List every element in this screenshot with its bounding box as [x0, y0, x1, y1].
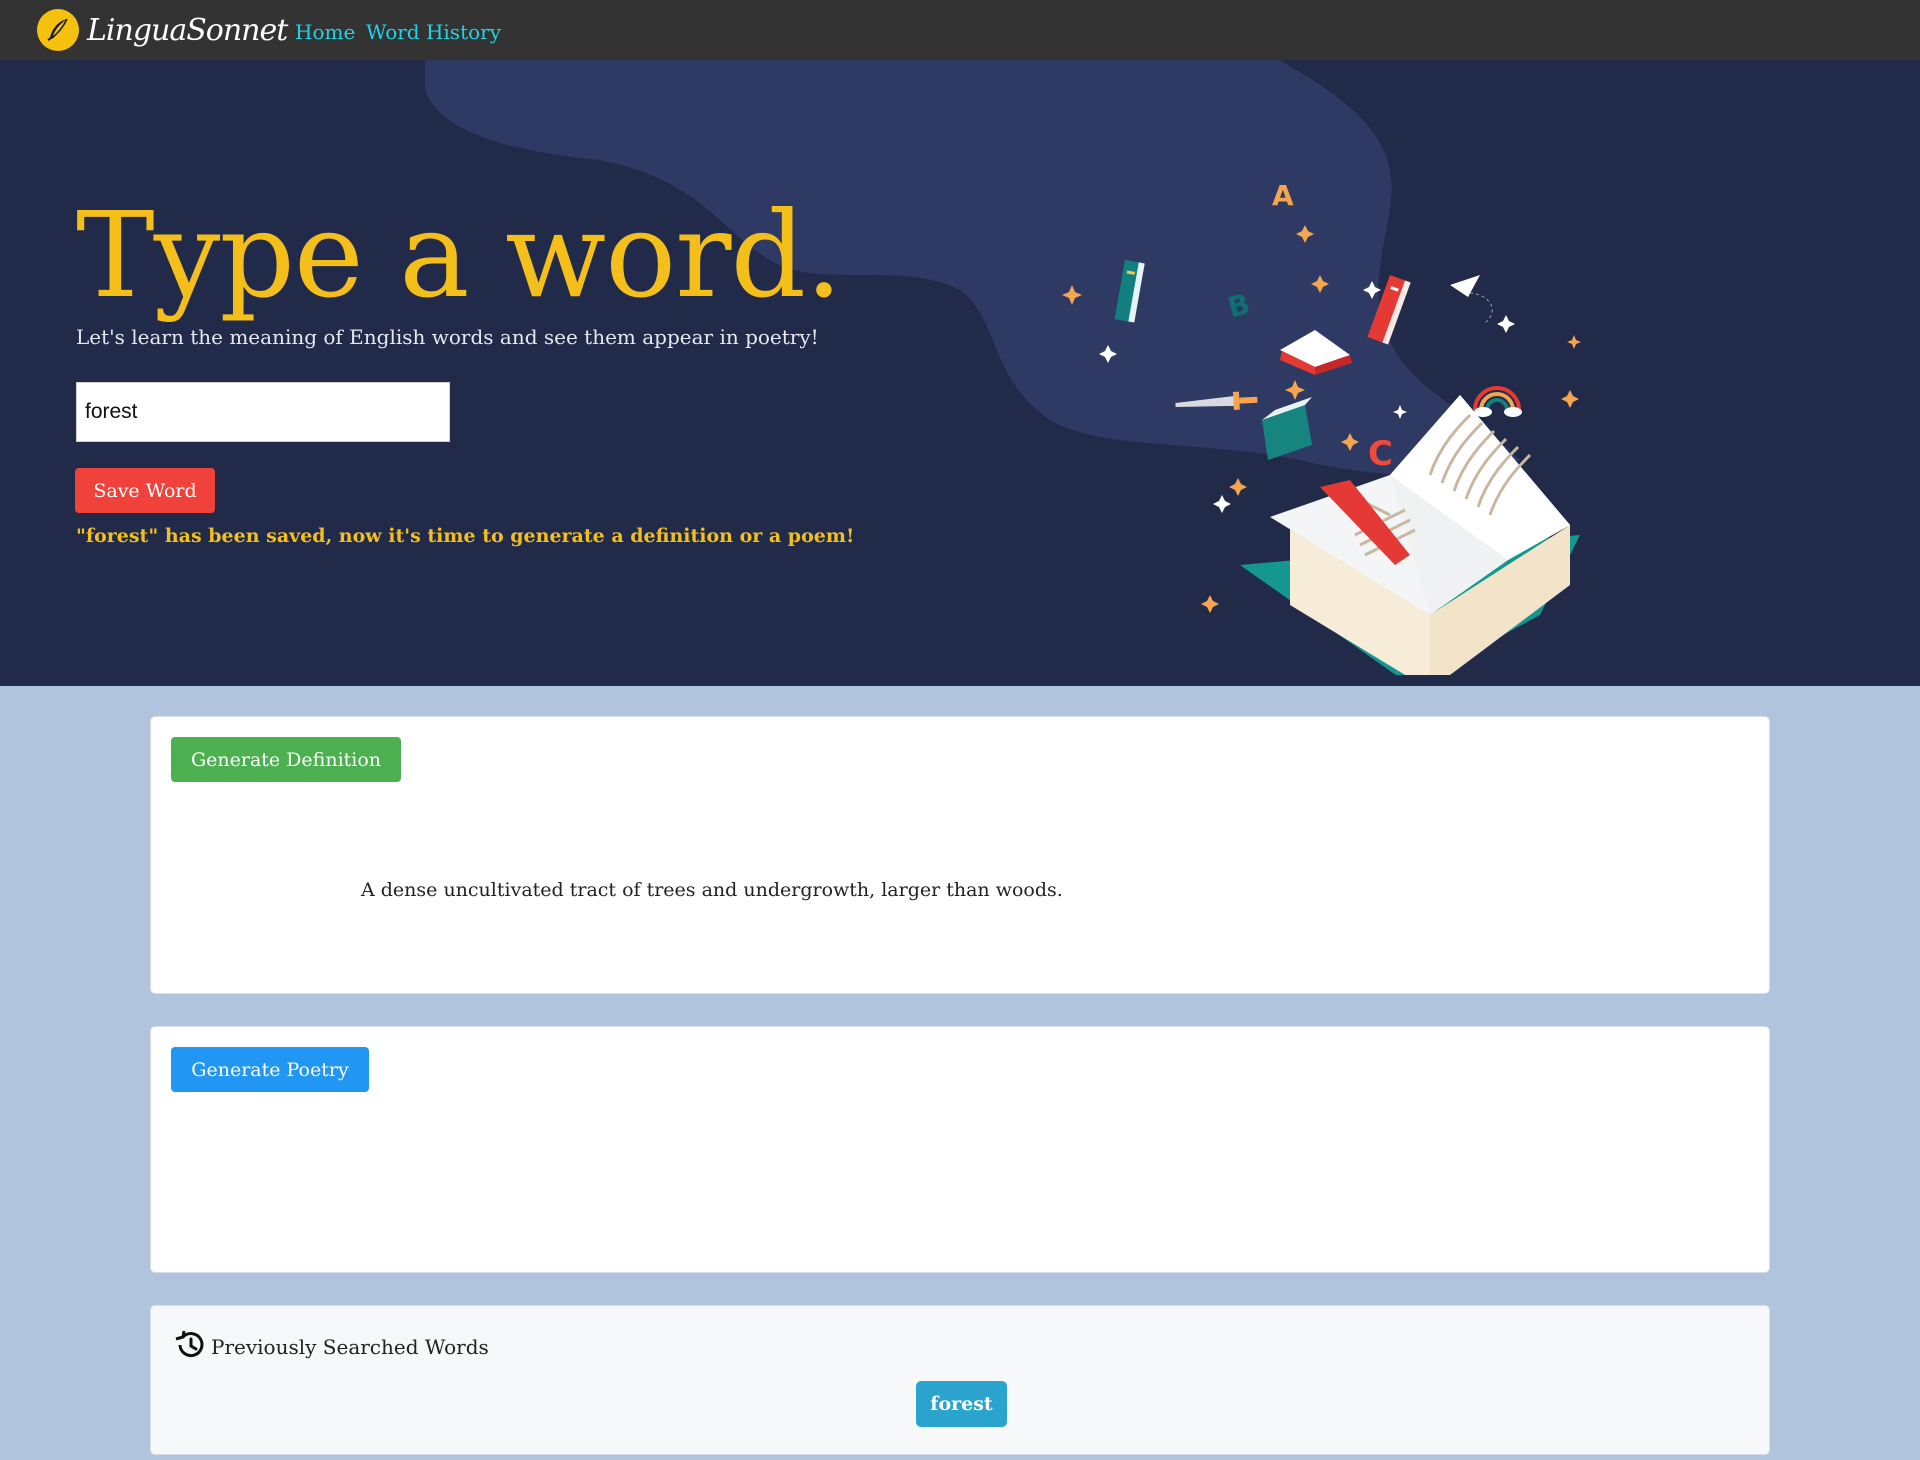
nav-home[interactable]: Home: [295, 20, 355, 44]
word-input[interactable]: [76, 382, 450, 442]
history-clock-icon: [173, 1328, 207, 1366]
navbar: LinguaSonnet Home Word History: [0, 0, 1920, 60]
history-card: Previously Searched Words forest: [150, 1305, 1770, 1455]
definition-text: A dense uncultivated tract of trees and …: [361, 879, 1063, 901]
poetry-card: Generate Poetry: [150, 1026, 1770, 1273]
svg-text:B: B: [1224, 287, 1253, 324]
hero-title: Type a word.: [76, 186, 843, 324]
history-title: Previously Searched Words: [211, 1335, 489, 1359]
generate-poetry-button[interactable]: Generate Poetry: [171, 1047, 369, 1092]
nav-word-history[interactable]: Word History: [366, 20, 501, 44]
quill-pen-icon: [37, 9, 79, 51]
brand-name: LinguaSonnet: [87, 12, 288, 48]
open-book-illustration: A B C: [1062, 179, 1581, 675]
save-word-button[interactable]: Save Word: [75, 468, 215, 513]
hero-subtitle: Let's learn the meaning of English words…: [76, 325, 819, 349]
svg-text:A: A: [1272, 179, 1294, 212]
generate-definition-button[interactable]: Generate Definition: [171, 737, 401, 782]
save-confirmation-message: "forest" has been saved, now it's time t…: [76, 525, 855, 547]
hero-section: Type a word. Let's learn the meaning of …: [0, 60, 1920, 686]
svg-text:C: C: [1368, 434, 1393, 474]
brand-logo-link[interactable]: LinguaSonnet: [37, 9, 288, 51]
history-word-chip[interactable]: forest: [916, 1381, 1007, 1427]
definition-card: Generate Definition A dense uncultivated…: [150, 716, 1770, 994]
history-header: Previously Searched Words: [173, 1328, 489, 1366]
